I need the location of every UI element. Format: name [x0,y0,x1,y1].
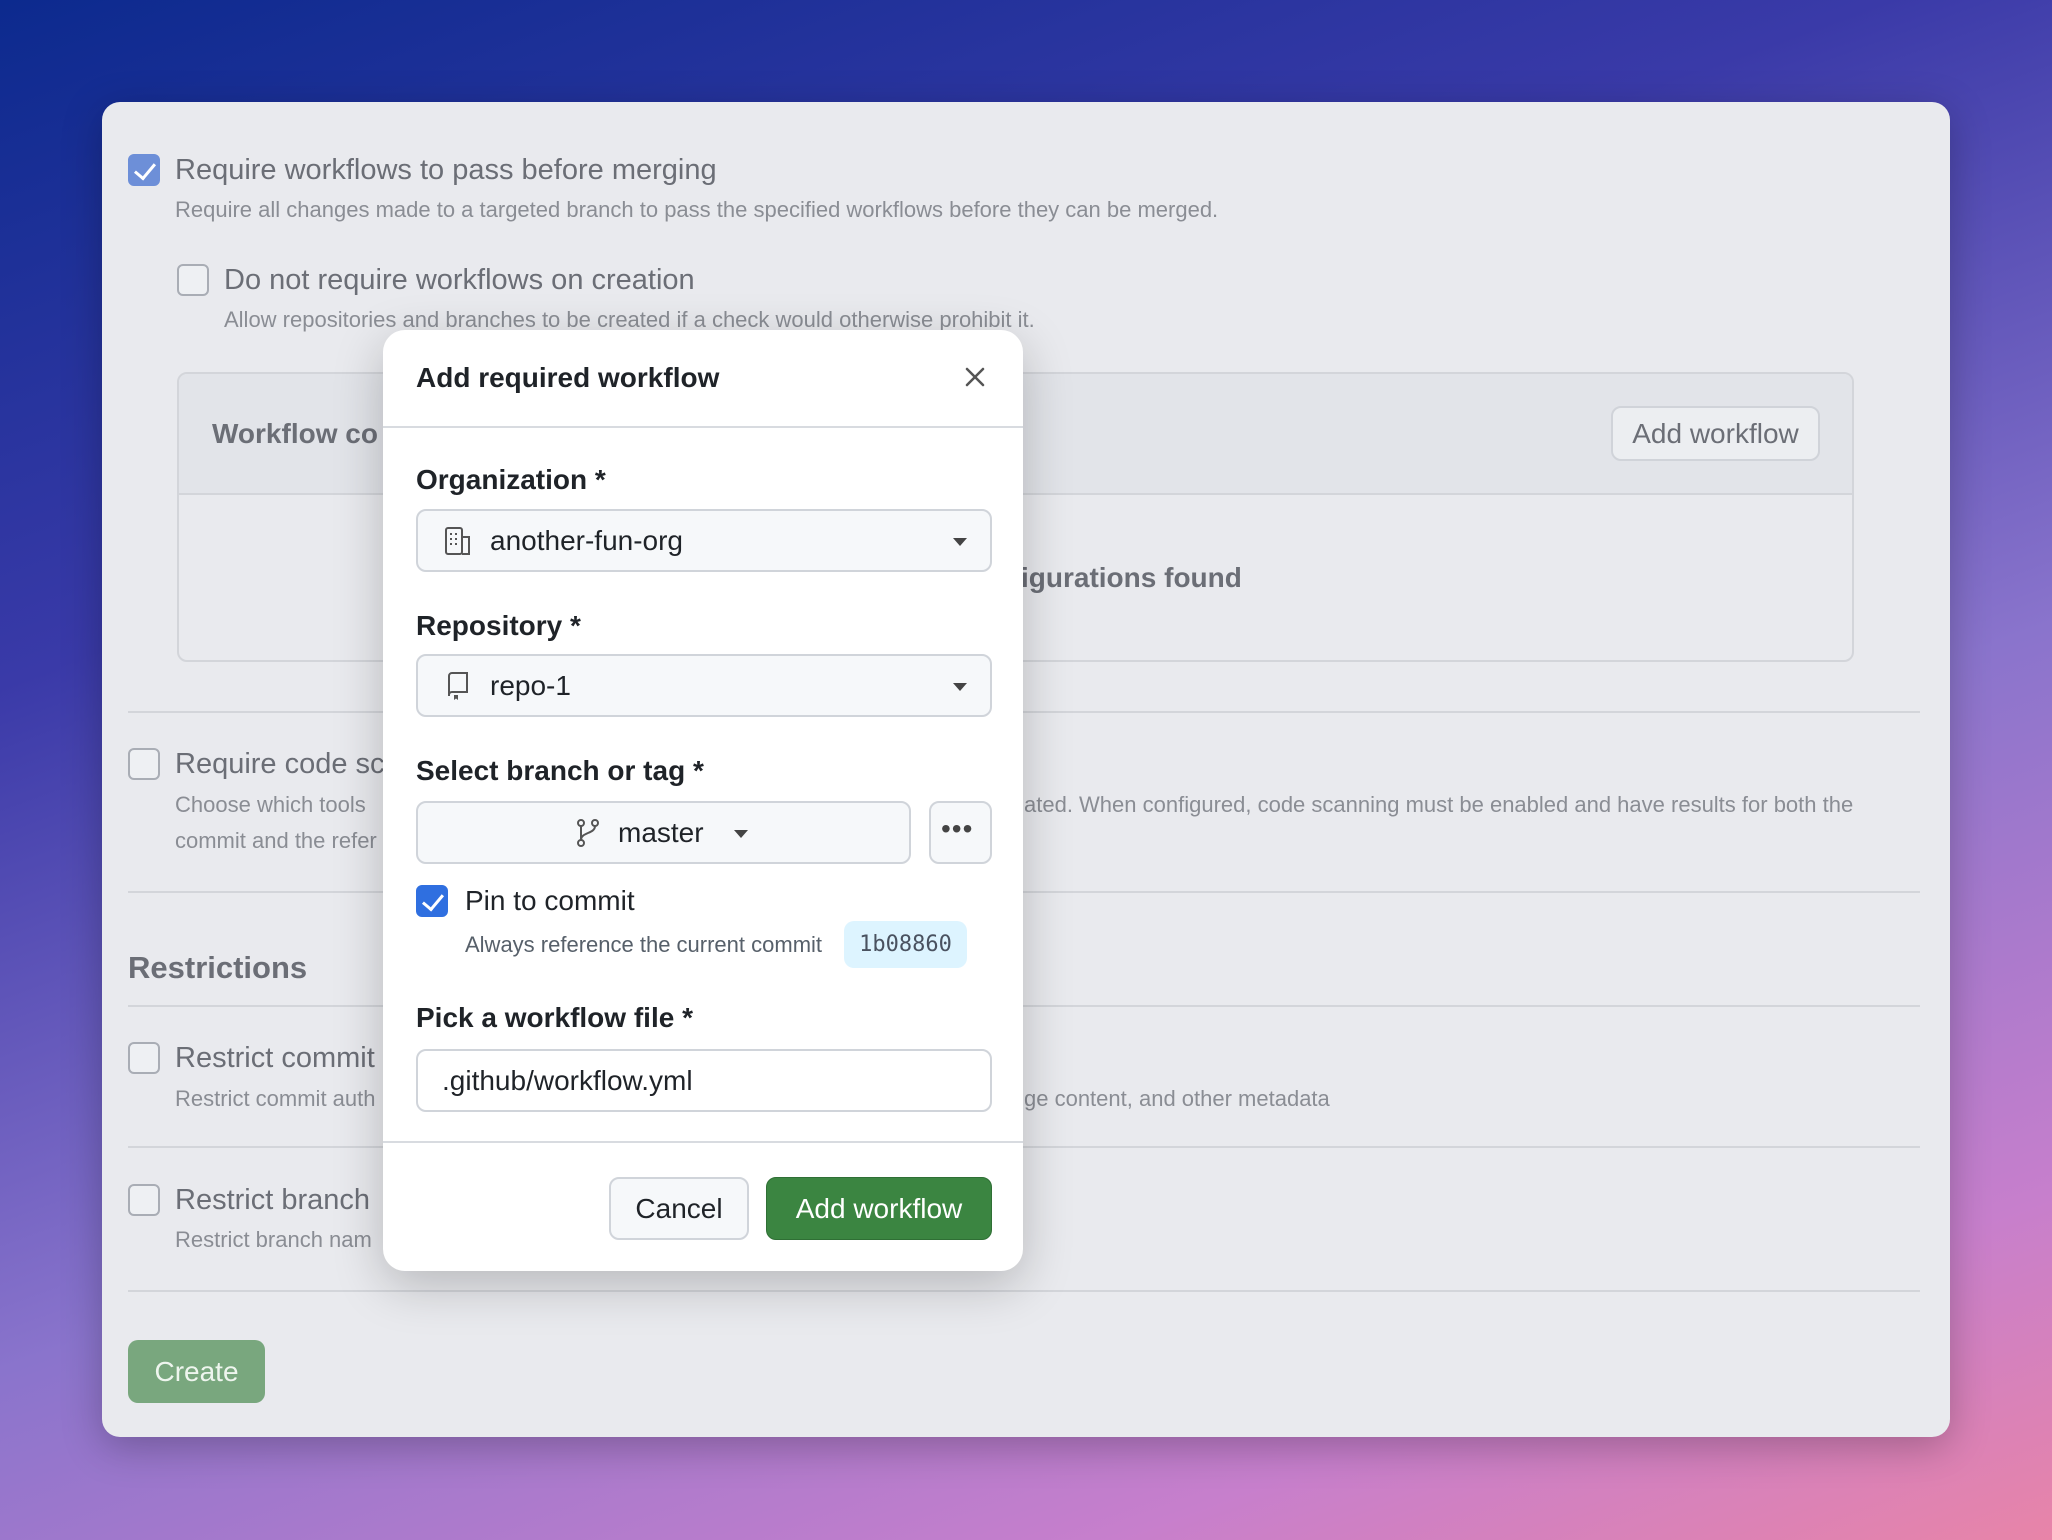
branch-value: master [618,817,704,848]
restrict-commit-label: Restrict commit [175,1042,375,1074]
repo-icon [448,672,468,700]
organization-label: Organization * [416,464,606,495]
code-scanning-desc: Choose which tools [175,792,366,817]
workflow-file-input[interactable]: .github/workflow.yml [416,1049,992,1112]
chevron-down-icon [734,830,748,838]
organization-value: another-fun-org [490,525,684,556]
branch-label: Select branch or tag * [416,755,704,786]
pin-to-commit-label: Pin to commit [465,885,635,916]
git-branch-icon [577,819,599,847]
chevron-down-icon [953,683,967,691]
require-workflows-checkbox[interactable] [128,154,160,186]
add-workflow-submit-button[interactable]: Add workflow [766,1177,992,1240]
pin-to-commit-desc: Always reference the current commit [465,932,823,957]
add-required-workflow-dialog: Add required workflow Organization * ano… [383,330,1023,1271]
restrict-branch-label: Restrict branch [175,1184,371,1216]
workflow-box-title: Workflow co [212,418,378,449]
pin-to-commit-checkbox[interactable] [416,885,448,917]
restrict-branch-desc: Restrict branch nam [175,1227,372,1252]
chevron-down-icon [953,538,967,546]
workflow-file-value: .github/workflow.yml [442,1065,693,1096]
code-scanning-label: Require code sc [175,748,385,780]
commit-sha-badge: 1b08860 [844,921,967,968]
require-workflows-label: Require workflows to pass before merging [175,154,717,186]
restrict-commit-checkbox[interactable] [128,1042,160,1074]
code-scanning-desc-line2: commit and the refer [175,828,377,853]
create-button[interactable]: Create [128,1340,265,1403]
repository-select[interactable]: repo-1 [416,654,992,717]
restrict-commit-desc: Restrict commit auth [175,1086,376,1111]
dialog-title: Add required workflow [416,362,720,393]
branch-select[interactable]: master [416,801,911,864]
repository-value: repo-1 [490,670,571,701]
organization-select[interactable]: another-fun-org [416,509,992,572]
organization-icon [445,527,470,555]
repository-label: Repository * [416,610,581,641]
restrict-branch-checkbox[interactable] [128,1184,160,1216]
branch-more-button[interactable]: ••• [929,801,992,864]
workflow-file-label: Pick a workflow file * [416,1002,693,1033]
close-icon[interactable] [963,365,987,389]
no-require-creation-label: Do not require workflows on creation [224,264,695,296]
kebab-horizontal-icon: ••• [941,813,974,844]
code-scanning-desc-cont: ated. When configured, code scanning mus… [1024,792,1854,817]
add-workflow-button[interactable]: Add workflow [1611,406,1820,461]
require-workflows-desc: Require all changes made to a targeted b… [175,197,1219,222]
cancel-button[interactable]: Cancel [609,1177,749,1240]
code-scanning-checkbox[interactable] [128,748,160,780]
no-require-creation-checkbox[interactable] [177,264,209,296]
ruleset-settings-card: Require workflows to pass before merging… [102,102,1950,1437]
restrict-commit-desc-cont: ge content, and other metadata [1024,1086,1330,1111]
empty-state-text: igurations found [1021,562,1242,593]
restrictions-heading: Restrictions [128,950,308,985]
